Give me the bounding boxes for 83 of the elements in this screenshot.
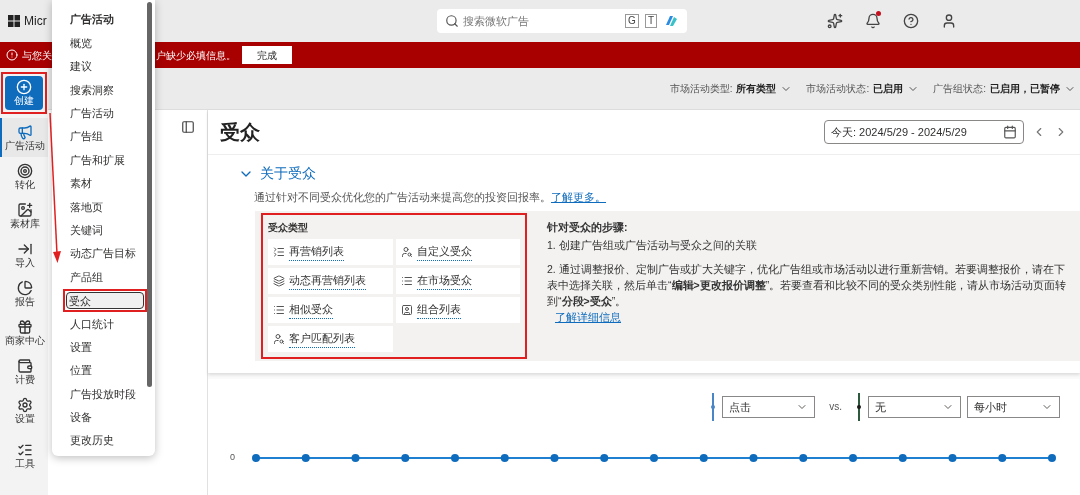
account-icon[interactable]: [941, 13, 957, 29]
audience-type-item[interactable]: 在市场受众: [395, 267, 520, 294]
metric-select[interactable]: 点击: [722, 395, 816, 418]
section-toggle[interactable]: 关于受众: [238, 163, 316, 184]
menu-item[interactable]: 更改历史: [63, 429, 147, 453]
menu-item[interactable]: 人口统计: [63, 312, 147, 336]
wallet-icon: [17, 357, 33, 374]
vs-label: vs.: [829, 400, 842, 415]
bell-icon[interactable]: [865, 13, 881, 29]
menu-item[interactable]: 产品组: [63, 265, 147, 289]
metric-select[interactable]: 无: [868, 395, 961, 418]
rail-item[interactable]: 导入: [0, 235, 48, 274]
windows-logo-icon: [8, 15, 20, 27]
logo-text: Micr: [24, 13, 47, 30]
list-icon: [273, 245, 285, 258]
user-search-icon: [273, 332, 285, 345]
collapse-panel-icon[interactable]: [181, 120, 195, 134]
rail-item[interactable]: 工具: [0, 436, 48, 475]
filter-dropdown[interactable]: 市场活动状态: 已启用: [806, 81, 920, 96]
menu-item[interactable]: 位置: [63, 358, 147, 383]
menu-item[interactable]: 素材: [63, 171, 147, 196]
filter-dropdown[interactable]: 广告组状态: 已启用，已暂停: [933, 81, 1076, 96]
image-icon: [17, 201, 33, 218]
audience-type-item[interactable]: 相似受众: [268, 296, 393, 323]
audience-type-item[interactable]: 再营销列表: [268, 238, 393, 265]
menu-item[interactable]: 概览: [63, 31, 147, 55]
target-icon: [17, 162, 33, 179]
step-text: 2. 通过调整报价、定制广告或扩大关键字，优化广告组或市场活动以进行重新营销。若要调整报价，请在下表中选择关联，然后单击“编辑>更改报价调整”。若要查看和比较不同的受众类别性能，请从市场活动页面转到“分段>受众”。: [547, 261, 1068, 309]
pie-chart-icon: [17, 279, 33, 296]
rail-item[interactable]: 计费: [0, 352, 48, 391]
menu-item[interactable]: 落地页: [63, 195, 147, 219]
alert-icon: [6, 49, 18, 61]
menu-item[interactable]: 受众: [66, 291, 144, 310]
rail-item[interactable]: 转化: [0, 157, 48, 196]
menu-item[interactable]: 广告组: [63, 124, 147, 149]
banner-text: 户缺少必填信息。: [156, 48, 236, 63]
filter-dropdown[interactable]: 市场活动类型: 所有类型: [669, 81, 793, 96]
rail-item[interactable]: 设置: [0, 391, 48, 430]
audience-type-item[interactable]: 客户匹配列表: [268, 325, 393, 352]
learn-details-link[interactable]: 了解详细信息: [555, 310, 621, 323]
menu-item[interactable]: 动态广告目标: [63, 241, 147, 266]
page-title: 受众: [220, 120, 260, 145]
list-icon: [400, 274, 413, 287]
learn-more-link[interactable]: 了解更多。: [551, 191, 606, 203]
rail-item[interactable]: 素材库: [0, 196, 48, 235]
gift-icon: [17, 318, 33, 335]
layers-icon: [273, 274, 285, 287]
menu-item[interactable]: 关键词: [63, 218, 147, 242]
help-icon[interactable]: [903, 13, 919, 29]
intro-text: 通过针对不同受众优化您的广告活动来提高您的投资回报率。了解更多。: [254, 190, 607, 205]
done-button[interactable]: 完成: [242, 46, 292, 64]
plus-icon: [16, 79, 32, 95]
step-text: 1. 创建广告组或广告活动与受众之间的关联: [547, 237, 758, 253]
rail-item[interactable]: 广告活动: [0, 118, 48, 157]
menu-item[interactable]: 搜索洞察: [63, 78, 147, 102]
audience-type-item[interactable]: 自定义受众: [395, 238, 520, 265]
interval-select[interactable]: 每小时: [967, 395, 1060, 418]
menu-heading: 广告活动: [69, 12, 115, 28]
menu-item[interactable]: 广告活动: [63, 101, 147, 125]
settings-icon: [17, 396, 33, 413]
shortcut-key: T: [644, 14, 657, 28]
search-icon: [445, 14, 459, 28]
user-card-icon: [400, 303, 413, 316]
list-icon: [273, 303, 285, 316]
user-search-icon: [400, 245, 413, 258]
steps-heading: 针对受众的步骤:: [547, 219, 629, 235]
menu-item[interactable]: 建议: [63, 54, 147, 79]
menu-item[interactable]: 设备: [63, 405, 147, 430]
calendar-icon: [1003, 125, 1017, 139]
menu-item[interactable]: 广告和扩展: [63, 148, 147, 172]
create-button[interactable]: 创建: [5, 76, 43, 110]
megaphone-icon: [17, 123, 33, 140]
rail-item[interactable]: 报告: [0, 274, 48, 313]
date-range-field[interactable]: 今天: 2024/5/29 - 2024/5/29: [824, 120, 1024, 144]
menu-item[interactable]: 设置: [63, 335, 147, 359]
axis-label: 0: [230, 450, 236, 464]
banner-text: 与您关: [22, 48, 53, 63]
section-heading: 受众类型: [268, 220, 309, 235]
rail-item[interactable]: 商家中心: [0, 313, 48, 352]
menu-item[interactable]: 广告投放时段: [63, 382, 147, 406]
audience-type-item[interactable]: 动态再营销列表: [268, 267, 393, 294]
shortcut-key: G: [625, 14, 639, 28]
audience-type-item[interactable]: 组合列表: [395, 296, 520, 323]
